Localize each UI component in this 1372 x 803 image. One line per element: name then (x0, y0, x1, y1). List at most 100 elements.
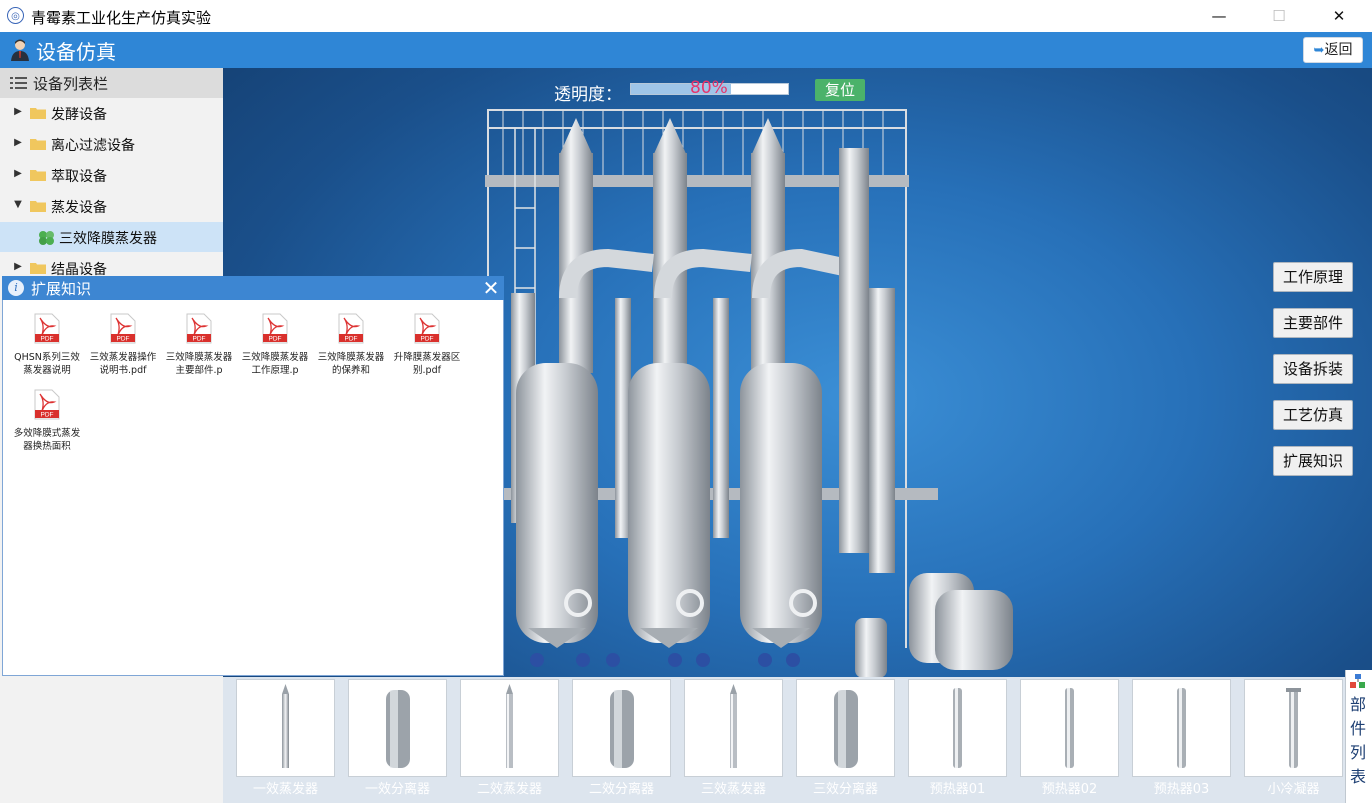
process-simulation-button[interactable]: 工艺仿真 (1273, 400, 1353, 430)
preheater-part-icon (1177, 688, 1186, 768)
parts-list-icon (1350, 674, 1365, 688)
collapse-arrow-icon[interactable]: ▼ (12, 199, 24, 210)
tree-item-triple-effect-evaporator[interactable]: 三效降膜蒸发器 (0, 222, 223, 253)
dialog-title: 扩展知识 (31, 280, 92, 298)
part-card[interactable] (908, 679, 1007, 777)
opacity-value: 80% (690, 78, 728, 98)
expand-arrow-icon[interactable]: ▶ (12, 168, 24, 179)
expand-arrow-icon[interactable]: ▶ (12, 261, 24, 272)
part-card[interactable] (460, 679, 559, 777)
preheater-part-icon (953, 688, 962, 768)
part-card[interactable] (572, 679, 671, 777)
working-principle-button[interactable]: 工作原理 (1273, 262, 1353, 292)
tree-item-label: 发酵设备 (51, 107, 107, 123)
part-label: 三效蒸发器 (700, 782, 766, 797)
condenser-part-icon (1286, 688, 1301, 768)
folder-icon (30, 263, 46, 274)
tree-item-extraction[interactable]: ▶ 萃取设备 (0, 160, 223, 191)
pdf-badge-label: PDF (269, 336, 282, 343)
pdf-file-name: 三效降膜蒸发器工作原理.p (241, 352, 309, 376)
tree-item-centrifuge[interactable]: ▶ 离心过滤设备 (0, 129, 223, 160)
expand-arrow-icon[interactable]: ▶ (12, 106, 24, 117)
folder-icon (30, 201, 46, 212)
tree-item-crystallization[interactable]: ▶ 结晶设备 (0, 253, 223, 276)
part-label: 一效分离器 (364, 782, 430, 797)
parts-list-label: 部件列表 (1349, 695, 1366, 786)
pdf-file-icon: PDF (338, 313, 364, 344)
leaf-node-icon (39, 231, 54, 245)
separator-part-icon (834, 690, 858, 768)
part-card[interactable] (1132, 679, 1231, 777)
pdf-badge-label: PDF (117, 336, 130, 343)
tree-item-label: 结晶设备 (51, 262, 107, 276)
pdf-file-icon: PDF (34, 313, 60, 344)
extended-knowledge-button[interactable]: 扩展知识 (1273, 446, 1353, 476)
part-card[interactable] (796, 679, 895, 777)
tree-item-label: 萃取设备 (51, 169, 107, 185)
pdf-file-name: 三效蒸发器操作说明书.pdf (89, 352, 157, 376)
evaporator-part-icon (730, 684, 737, 768)
maximize-button[interactable]: ☐ (1256, 0, 1302, 32)
back-button[interactable]: ➥返回 (1303, 37, 1363, 63)
part-card[interactable] (348, 679, 447, 777)
window-title: 青霉素工业化生产仿真实验 (31, 9, 212, 27)
pdf-file-name: 三效降膜蒸发器的保养和 (317, 352, 385, 376)
pdf-file-icon: PDF (262, 313, 288, 344)
part-label: 预热器01 (929, 782, 986, 797)
pdf-file-icon: PDF (414, 313, 440, 344)
pdf-badge-label: PDF (41, 412, 54, 419)
pdf-file-item[interactable]: PDF 三效降膜蒸发器工作原理.p (240, 313, 310, 377)
folder-icon (30, 139, 46, 150)
pdf-file-item[interactable]: PDF 三效降膜蒸发器主要部件.p (164, 313, 234, 377)
info-icon: i (8, 280, 24, 296)
part-card[interactable] (684, 679, 783, 777)
pdf-file-item[interactable]: PDF QHSN系列三效蒸发器说明 (12, 313, 82, 377)
part-card[interactable] (236, 679, 335, 777)
evaporator-part-icon (506, 684, 513, 768)
pdf-file-name: QHSN系列三效蒸发器说明 (14, 352, 80, 376)
tree-item-label: 三效降膜蒸发器 (59, 231, 157, 247)
tree-item-evaporation[interactable]: ▼ 蒸发设备 (0, 191, 223, 222)
pdf-badge-label: PDF (421, 336, 434, 343)
user-avatar-icon (11, 39, 29, 61)
part-label: 三效分离器 (812, 782, 878, 797)
pdf-file-item[interactable]: PDF 三效降膜蒸发器的保养和 (316, 313, 386, 377)
pdf-file-item[interactable]: PDF 多效降膜式蒸发器换热面积 (12, 389, 82, 453)
back-arrow-icon: ➥ (1313, 43, 1325, 58)
part-card[interactable] (1020, 679, 1119, 777)
pdf-file-icon: PDF (186, 313, 212, 344)
part-label: 二效蒸发器 (476, 782, 542, 797)
pdf-file-name: 多效降膜式蒸发器换热面积 (13, 428, 81, 452)
expand-arrow-icon[interactable]: ▶ (12, 137, 24, 148)
minimize-button[interactable]: — (1196, 0, 1242, 32)
reset-button[interactable]: 复位 (815, 79, 865, 101)
close-window-button[interactable]: ✕ (1316, 0, 1362, 32)
preheater-part-icon (1065, 688, 1074, 768)
app-logo-icon: ◎ (7, 7, 24, 24)
page-title: 设备仿真 (36, 40, 116, 64)
opacity-label: 透明度： (554, 85, 622, 105)
part-label: 小冷凝器 (1267, 782, 1320, 797)
pdf-badge-label: PDF (345, 336, 358, 343)
folder-icon (30, 108, 46, 119)
part-label: 一效蒸发器 (252, 782, 318, 797)
folder-icon (30, 170, 46, 181)
part-label: 预热器02 (1041, 782, 1098, 797)
evaporator-part-icon (282, 684, 289, 768)
part-label: 预热器03 (1153, 782, 1210, 797)
pdf-file-icon: PDF (110, 313, 136, 344)
disassembly-button[interactable]: 设备拆装 (1273, 354, 1353, 384)
part-label: 二效分离器 (588, 782, 654, 797)
main-parts-button[interactable]: 主要部件 (1273, 308, 1353, 338)
pdf-file-name: 升降膜蒸发器区别.pdf (393, 352, 461, 376)
dialog-close-button[interactable]: ✕ (480, 277, 502, 299)
sidebar-title: 设备列表栏 (33, 75, 109, 93)
separator-part-icon (610, 690, 634, 768)
pdf-file-item[interactable]: PDF 升降膜蒸发器区别.pdf (392, 313, 462, 377)
part-card[interactable] (1244, 679, 1343, 777)
pdf-file-item[interactable]: PDF 三效蒸发器操作说明书.pdf (88, 313, 158, 377)
back-button-label: 返回 (1324, 42, 1353, 58)
app-header (0, 32, 1372, 68)
tree-item-fermentation[interactable]: ▶ 发酵设备 (0, 98, 223, 129)
tree-item-label: 离心过滤设备 (51, 138, 135, 154)
